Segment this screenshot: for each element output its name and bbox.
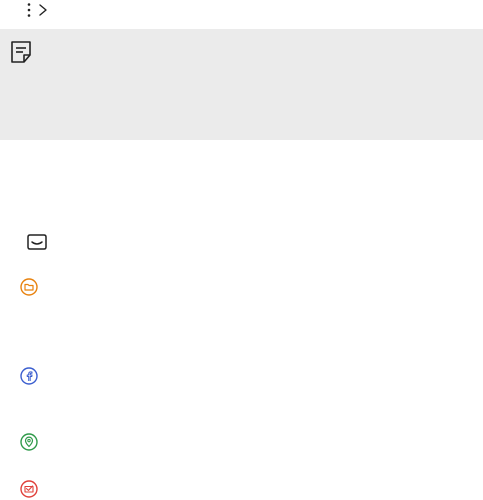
mail-check-icon	[20, 480, 38, 498]
more-vert-icon	[26, 2, 32, 18]
path-indicator	[26, 0, 48, 20]
facebook-icon	[20, 367, 38, 385]
note-icon	[10, 40, 32, 64]
manual-page	[0, 0, 483, 500]
chevron-right-icon	[38, 3, 48, 17]
note-box	[0, 29, 483, 140]
email-icon	[26, 233, 48, 251]
location-pin-icon	[20, 433, 38, 451]
folder-icon	[20, 278, 38, 296]
